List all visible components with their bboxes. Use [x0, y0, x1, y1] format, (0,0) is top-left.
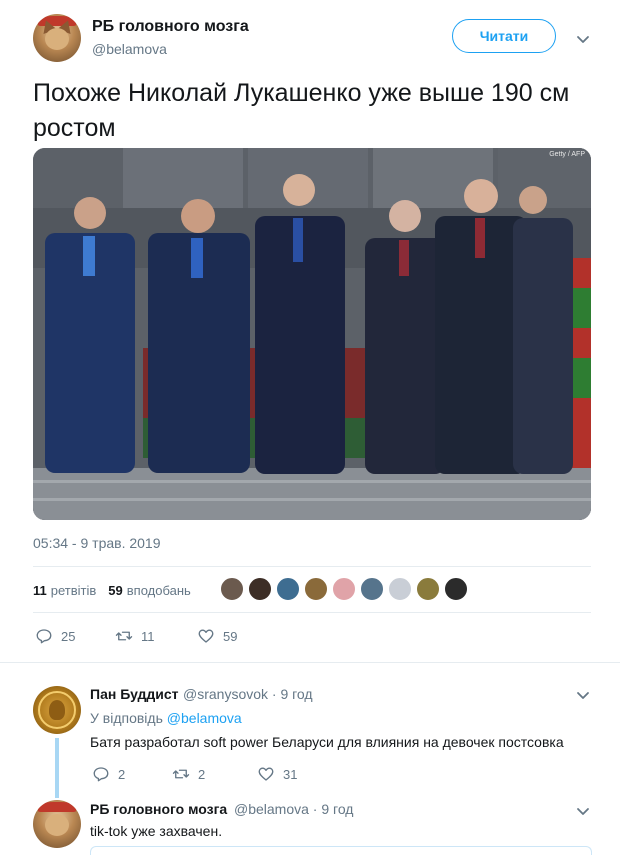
reply-author-name[interactable]: РБ головного мозга	[90, 801, 227, 817]
retweet-button[interactable]: 11	[115, 627, 197, 645]
heart-icon	[198, 629, 214, 643]
follow-button[interactable]: Читати	[452, 19, 556, 53]
likes-label: вподобань	[126, 582, 191, 598]
liker-avatar[interactable]	[304, 577, 328, 601]
chevron-down-icon[interactable]	[576, 688, 590, 702]
tweet-photo[interactable]: Getty / AFP	[33, 148, 591, 520]
retweet-icon	[172, 769, 190, 779]
retweet-icon	[115, 631, 133, 641]
author-handle[interactable]: @belamova	[92, 41, 167, 57]
thread-line	[55, 738, 59, 798]
avatar-hat	[38, 802, 76, 812]
photo-credit: Getty / AFP	[549, 151, 585, 158]
retweets-label: ретвітів	[50, 582, 97, 598]
avatar-face	[45, 28, 69, 50]
divider	[0, 662, 620, 663]
tweet-text: Похоже Николай Лукашенко уже выше 190 см…	[33, 79, 570, 142]
retweet-count: 2	[198, 766, 206, 782]
like-button[interactable]: 31	[257, 765, 297, 783]
tweet-timestamp[interactable]: 05:34 - 9 трав. 2019	[33, 535, 161, 551]
liker-avatar[interactable]	[220, 577, 244, 601]
likes-count: 59	[108, 582, 123, 598]
reply-text: tik-tok уже захвачен.	[90, 823, 223, 839]
reply-author-name[interactable]: Пан Буддист	[90, 686, 179, 702]
liker-avatar[interactable]	[416, 577, 440, 601]
liker-avatar[interactable]	[360, 577, 384, 601]
reply-to-line: У відповідь @belamova	[90, 710, 242, 726]
reply-author-meta[interactable]: @belamova · 9 год	[234, 801, 353, 817]
reply-button[interactable]: 25	[35, 627, 115, 645]
liker-avatar[interactable]	[332, 577, 356, 601]
reply-count: 2	[118, 766, 126, 782]
like-button[interactable]: 59	[197, 627, 237, 645]
retweets-stat[interactable]: 11 ретвітів	[33, 583, 96, 598]
retweets-count: 11	[33, 582, 47, 598]
embedded-card-edge[interactable]	[90, 846, 592, 855]
reply-text: Батя разработал soft power Беларуси для …	[90, 734, 564, 750]
like-count: 31	[283, 766, 298, 782]
reply-author-avatar[interactable]	[33, 800, 81, 848]
reply-to-prefix: У відповідь	[90, 710, 163, 726]
like-count: 59	[223, 628, 238, 644]
reply-to-mention[interactable]: @belamova	[167, 710, 242, 726]
retweet-button[interactable]: 2	[172, 765, 257, 783]
reply-icon	[36, 629, 52, 644]
heart-icon	[258, 767, 274, 781]
likes-stat[interactable]: 59 вподобань	[108, 583, 191, 598]
liker-avatar[interactable]	[388, 577, 412, 601]
liker-avatar[interactable]	[276, 577, 300, 601]
tweet-actions: 25 11 59	[35, 627, 237, 645]
likers-avatars	[220, 577, 472, 601]
retweet-count: 11	[141, 628, 155, 644]
liker-avatar[interactable]	[248, 577, 272, 601]
divider	[33, 566, 591, 567]
author-avatar[interactable]	[33, 14, 81, 62]
reply-actions: 2 2 31	[92, 765, 297, 783]
chevron-down-icon[interactable]	[576, 804, 590, 818]
tweet-stats: 11 ретвітів 59 вподобань	[33, 580, 203, 600]
reply-button[interactable]: 2	[92, 765, 172, 783]
reply-icon	[93, 767, 109, 782]
divider	[33, 612, 591, 613]
avatar-face	[45, 814, 69, 836]
coin-center	[49, 700, 65, 720]
reply-author-avatar[interactable]	[33, 686, 81, 734]
chevron-down-icon[interactable]	[576, 32, 590, 46]
liker-avatar[interactable]	[444, 577, 468, 601]
photo-scene	[33, 148, 591, 520]
reply-count: 25	[61, 628, 76, 644]
reply-author-meta[interactable]: @sranysovok · 9 год	[183, 686, 313, 702]
author-name[interactable]: РБ головного мозга	[92, 18, 249, 36]
